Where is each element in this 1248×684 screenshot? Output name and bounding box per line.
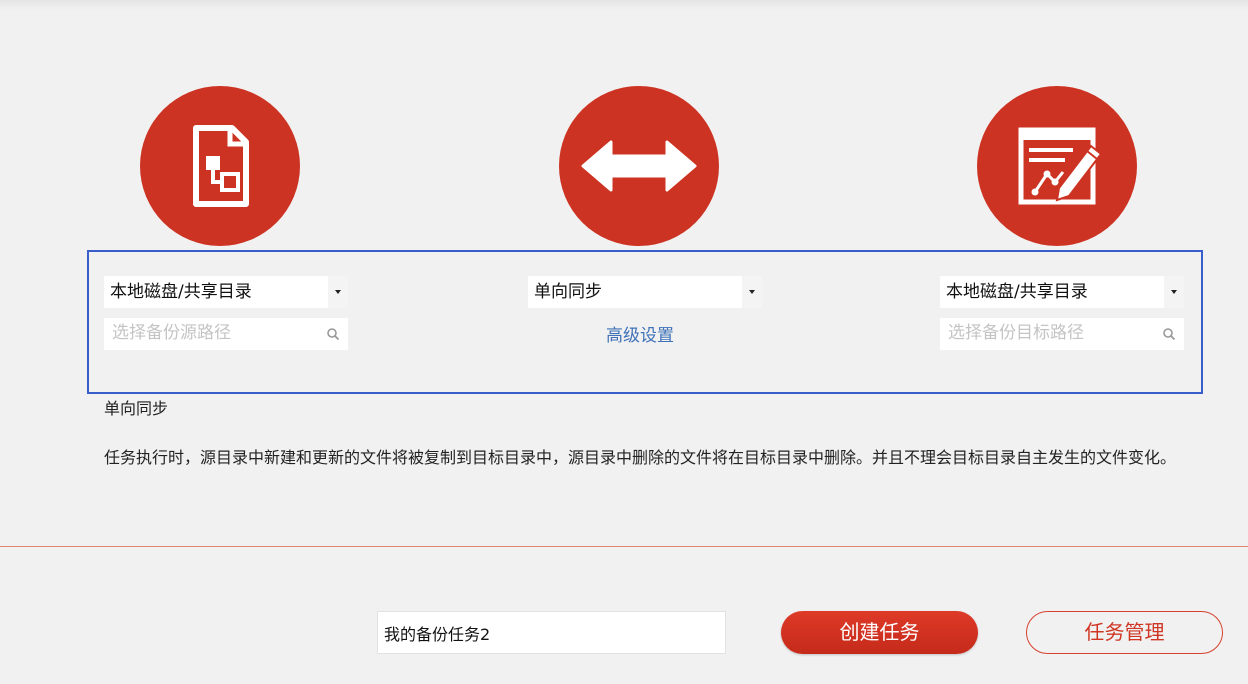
- edit-document-icon: [1018, 127, 1103, 205]
- source-file-icon: [140, 86, 300, 246]
- task-manage-button[interactable]: 任务管理: [1026, 611, 1223, 654]
- divider: [0, 546, 1248, 547]
- sync-mode-select[interactable]: 单向同步: [528, 276, 762, 308]
- top-bar: [0, 0, 1248, 10]
- source-type-label: 本地磁盘/共享目录: [110, 282, 252, 302]
- double-arrow-icon: [581, 140, 697, 192]
- search-icon[interactable]: [326, 327, 340, 341]
- target-type-label: 本地磁盘/共享目录: [946, 282, 1088, 302]
- task-name-input[interactable]: [378, 612, 725, 653]
- target-edit-icon: [977, 86, 1137, 246]
- chevron-down-icon[interactable]: [742, 276, 762, 308]
- mode-description-text: 任务执行时，源目录中新建和更新的文件将被复制到目标目录中，源目录中删除的文件将在…: [104, 448, 1177, 467]
- file-document-icon: [193, 125, 249, 207]
- chevron-down-icon[interactable]: [1164, 276, 1184, 308]
- task-name-field[interactable]: [377, 611, 726, 654]
- advanced-settings-link[interactable]: 高级设置: [606, 324, 674, 348]
- create-task-button[interactable]: 创建任务: [781, 611, 978, 654]
- sync-mode-label: 单向同步: [534, 282, 602, 302]
- source-type-select[interactable]: 本地磁盘/共享目录: [104, 276, 348, 308]
- source-path-field[interactable]: [104, 318, 348, 350]
- source-path-input[interactable]: [104, 318, 312, 348]
- chevron-down-icon[interactable]: [328, 276, 348, 308]
- target-type-select[interactable]: 本地磁盘/共享目录: [940, 276, 1184, 308]
- target-path-input[interactable]: [940, 318, 1148, 348]
- mode-description-title: 单向同步: [104, 399, 169, 418]
- sync-mode-icon: [559, 86, 719, 246]
- target-path-field[interactable]: [940, 318, 1184, 350]
- search-icon[interactable]: [1162, 327, 1176, 341]
